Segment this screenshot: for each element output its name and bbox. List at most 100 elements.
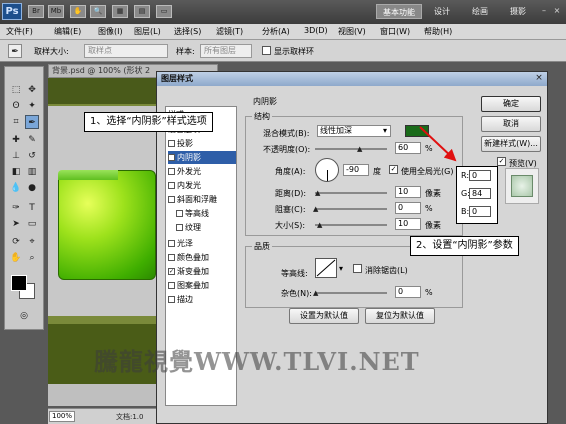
style-checkbox[interactable] (168, 282, 175, 289)
new-style-button[interactable]: 新建样式(W)... (481, 136, 541, 152)
noise-slider-thumb[interactable]: ▲ (313, 290, 319, 297)
angle-field[interactable]: -90 (343, 164, 369, 176)
style-item-outer-glow[interactable]: 外发光 (168, 165, 236, 178)
gradient-tool-icon[interactable]: ▥ (25, 165, 39, 179)
quick-mask-icon[interactable]: ◎ (17, 309, 31, 323)
menu-layer[interactable]: 图层(L) (134, 26, 161, 37)
menu-file[interactable]: 文件(F) (6, 26, 33, 37)
global-light-checkbox[interactable]: ✓ (389, 165, 398, 174)
menu-view[interactable]: 视图(V) (338, 26, 366, 37)
menu-help[interactable]: 帮助(H) (424, 26, 452, 37)
lasso-tool-icon[interactable]: ʘ (9, 99, 23, 113)
mini-bridge-icon[interactable]: Mb (48, 5, 64, 18)
workspace-design[interactable]: 设计 (428, 4, 456, 19)
contour-dropdown-icon[interactable]: ▾ (339, 264, 343, 273)
choke-field[interactable]: 0 (395, 202, 421, 214)
style-checkbox[interactable]: ✓ (168, 154, 175, 161)
menu-window[interactable]: 窗口(W) (380, 26, 410, 37)
angle-dial[interactable] (315, 158, 339, 182)
style-item-texture[interactable]: 纹理 (168, 221, 236, 234)
type-tool-icon[interactable]: T (25, 201, 39, 215)
arrange-docs-icon[interactable]: ▤ (134, 5, 150, 18)
g-value[interactable]: 84 (469, 188, 491, 199)
r-value[interactable]: 0 (469, 170, 491, 181)
pen-tool-icon[interactable]: ✑ (9, 201, 23, 215)
close-window-icon[interactable]: × (551, 5, 563, 17)
ok-button[interactable]: 确定 (481, 96, 541, 112)
menu-select[interactable]: 选择(S) (174, 26, 201, 37)
style-checkbox[interactable] (168, 140, 175, 147)
style-item-gradient-overlay[interactable]: ✓ 渐变叠加 (168, 265, 236, 278)
style-item-satin[interactable]: 光泽 (168, 237, 236, 250)
style-item-stroke[interactable]: 描边 (168, 293, 236, 306)
menu-image[interactable]: 图像(I) (98, 26, 123, 37)
menu-analysis[interactable]: 分析(A) (262, 26, 290, 37)
quick-select-icon[interactable]: ✦ (25, 99, 39, 113)
dodge-tool-icon[interactable]: ● (25, 181, 39, 195)
choke-slider[interactable] (315, 208, 387, 210)
distance-slider-thumb[interactable]: ▲ (315, 190, 321, 197)
blur-tool-icon[interactable]: 💧 (9, 181, 23, 195)
size-slider[interactable] (315, 224, 387, 226)
document-info[interactable]: 文档:1.0 (116, 412, 144, 422)
zoom-icon[interactable]: 🔍 (90, 5, 106, 18)
menu-filter[interactable]: 滤镜(T) (216, 26, 243, 37)
style-item-pattern-overlay[interactable]: 图案叠加 (168, 279, 236, 292)
style-checkbox[interactable] (168, 168, 175, 175)
shadow-color-swatch[interactable] (405, 125, 429, 137)
style-checkbox[interactable] (168, 240, 175, 247)
healing-brush-icon[interactable]: ✚ (9, 133, 23, 147)
brush-tool-icon[interactable]: ✎ (25, 133, 39, 147)
contour-picker[interactable] (315, 258, 337, 278)
view-extras-icon[interactable]: ▦ (112, 5, 128, 18)
choke-slider-thumb[interactable]: ▲ (313, 206, 319, 213)
menu-edit[interactable]: 编辑(E) (54, 26, 81, 37)
blend-mode-select[interactable]: 线性加深 (317, 125, 391, 137)
style-item-contour[interactable]: 等高线 (168, 207, 236, 220)
shape-tool-icon[interactable]: ▭ (25, 217, 39, 231)
show-ring-checkbox[interactable] (262, 46, 271, 55)
style-checkbox[interactable] (168, 196, 175, 203)
opacity-field[interactable]: 60 (395, 142, 421, 154)
style-checkbox[interactable] (168, 182, 175, 189)
style-checkbox[interactable] (176, 210, 183, 217)
eraser-tool-icon[interactable]: ◧ (9, 165, 23, 179)
minimize-icon[interactable]: – (538, 5, 550, 17)
chevron-down-icon[interactable]: ▾ (383, 126, 387, 135)
move-tool-icon[interactable]: ✥ (25, 83, 39, 97)
sample-select[interactable]: 所有图层 (200, 44, 252, 58)
style-checkbox[interactable] (176, 224, 183, 231)
distance-field[interactable]: 10 (395, 186, 421, 198)
set-default-button[interactable]: 设置为默认值 (289, 308, 359, 324)
screen-mode-icon[interactable]: ▭ (156, 5, 172, 18)
workspace-painting[interactable]: 绘画 (466, 4, 494, 19)
zoom-tool-icon[interactable]: ⌕ (25, 251, 39, 265)
workspace-essentials[interactable]: 基本功能 (376, 4, 422, 19)
marquee-tool-icon[interactable]: ⬚ (9, 83, 23, 97)
cancel-button[interactable]: 取消 (481, 116, 541, 132)
workspace-photography[interactable]: 摄影 (504, 4, 532, 19)
3d-rotate-icon[interactable]: ⟳ (9, 235, 23, 249)
reset-default-button[interactable]: 复位为默认值 (365, 308, 435, 324)
hand-icon[interactable]: ✋ (70, 5, 86, 18)
b-value[interactable]: 0 (469, 206, 491, 217)
distance-slider[interactable] (315, 192, 387, 194)
style-checkbox[interactable] (168, 296, 175, 303)
history-brush-icon[interactable]: ↺ (25, 149, 39, 163)
size-field[interactable]: 10 (395, 218, 421, 230)
style-item-bevel-emboss[interactable]: 斜面和浮雕 (168, 193, 236, 206)
antialias-checkbox[interactable] (353, 264, 362, 273)
dialog-close-icon[interactable]: × (533, 73, 545, 84)
path-select-icon[interactable]: ➤ (9, 217, 23, 231)
zoom-field[interactable]: 100% (49, 411, 75, 422)
size-slider-thumb[interactable]: ▲ (317, 222, 323, 229)
foreground-color-swatch[interactable] (11, 275, 27, 291)
style-checkbox[interactable] (168, 254, 175, 261)
sample-size-select[interactable]: 取样点 (84, 44, 168, 58)
style-item-color-overlay[interactable]: 颜色叠加 (168, 251, 236, 264)
clone-stamp-icon[interactable]: ⊥ (9, 149, 23, 163)
hand-tool-icon[interactable]: ✋ (9, 251, 23, 265)
opacity-slider[interactable] (315, 148, 387, 150)
crop-tool-icon[interactable]: ⌗ (9, 115, 23, 129)
noise-slider[interactable] (315, 292, 387, 294)
